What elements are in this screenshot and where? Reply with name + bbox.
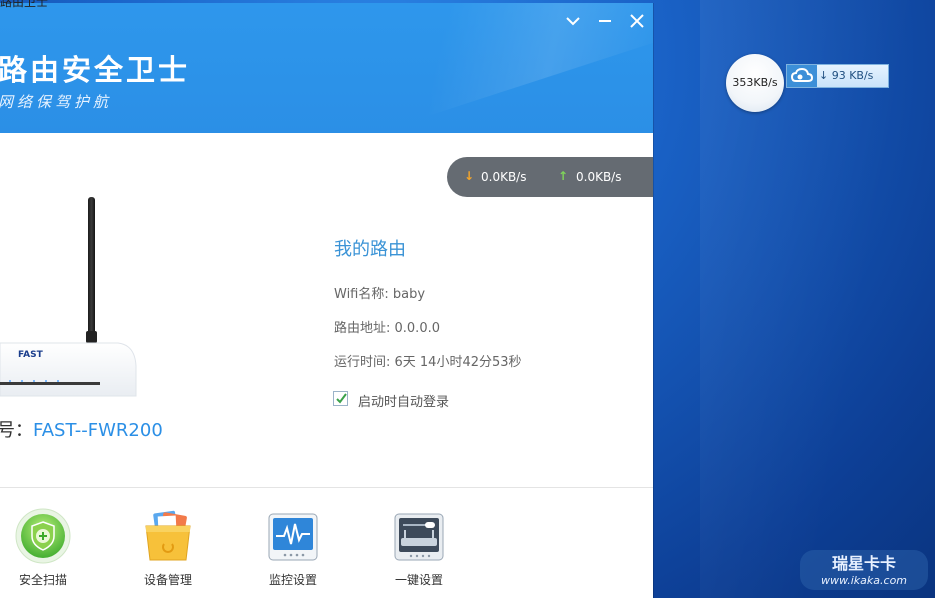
tool-one-click-settings-label: 一键设置 [394, 573, 443, 587]
router-brand: FAST [18, 350, 44, 360]
tool-device-management[interactable]: 设备管理 [133, 508, 203, 593]
shield-scan-icon [15, 508, 71, 564]
tool-security-scan[interactable]: 安全扫描 [8, 508, 78, 593]
router-info-title: 我的路由 [334, 239, 406, 260]
floating-download-speed: ↓ 93 KB/s [819, 69, 874, 82]
floating-speed-bar[interactable]: ↓ 93 KB/s [786, 64, 889, 88]
app-header: 路由安全卫士 网络保驾护航 [0, 3, 653, 133]
wifi-name: Wifi名称: baby [334, 287, 426, 302]
download-speed: 0.0KB/s [481, 170, 527, 184]
router-model: 号：FAST--FWR200 [0, 416, 163, 442]
tool-security-scan-label: 安全扫描 [18, 573, 67, 587]
floating-speed-ball[interactable]: 353KB/s [726, 54, 784, 112]
app-window: 路由安全卫士 网络保驾护航 ↓ 0.0KB/s ↑ 0.0KB/s FAST 号… [0, 3, 653, 598]
divider [0, 487, 653, 488]
device-box-icon [145, 510, 191, 561]
speed-indicator: ↓ 0.0KB/s ↑ 0.0KB/s [447, 157, 653, 197]
watermark-title: 瑞星卡卡 [832, 554, 896, 573]
router-model-label: 号： [0, 420, 33, 441]
clipped-window-title: 路由卫士 [0, 0, 49, 9]
auto-login-checkbox[interactable] [333, 391, 348, 406]
router-address: 路由地址: 0.0.0.0 [334, 321, 440, 336]
tool-monitor-settings-label: 监控设置 [268, 573, 317, 587]
checkmark-icon [336, 393, 347, 404]
cloud-icon [787, 65, 817, 87]
app-title: 路由安全卫士 [0, 53, 191, 87]
watermark-url: www.ikaka.com [821, 574, 907, 587]
tool-one-click-settings[interactable]: 一键设置 [384, 508, 454, 593]
auto-login-label: 启动时自动登录 [358, 395, 450, 410]
minimize-icon[interactable] [595, 11, 615, 31]
ikaka-watermark-logo: 瑞星卡卡 www.ikaka.com [800, 550, 928, 590]
router-uptime: 运行时间: 6天 14小时42分53秒 [334, 355, 522, 370]
app-subtitle: 网络保驾护航 [0, 93, 113, 111]
upload-speed: 0.0KB/s [576, 170, 622, 184]
monitor-wave-icon [268, 513, 318, 561]
upload-arrow-icon: ↑ [558, 169, 569, 183]
router-settings-icon [394, 513, 444, 561]
close-icon[interactable] [627, 11, 647, 31]
download-arrow-icon: ↓ [464, 169, 475, 183]
tool-monitor-settings[interactable]: 监控设置 [258, 508, 328, 593]
router-image: FAST [0, 197, 137, 397]
router-model-value: FAST--FWR200 [33, 420, 163, 441]
chevron-down-icon[interactable] [563, 11, 583, 31]
tool-device-management-label: 设备管理 [143, 573, 192, 587]
